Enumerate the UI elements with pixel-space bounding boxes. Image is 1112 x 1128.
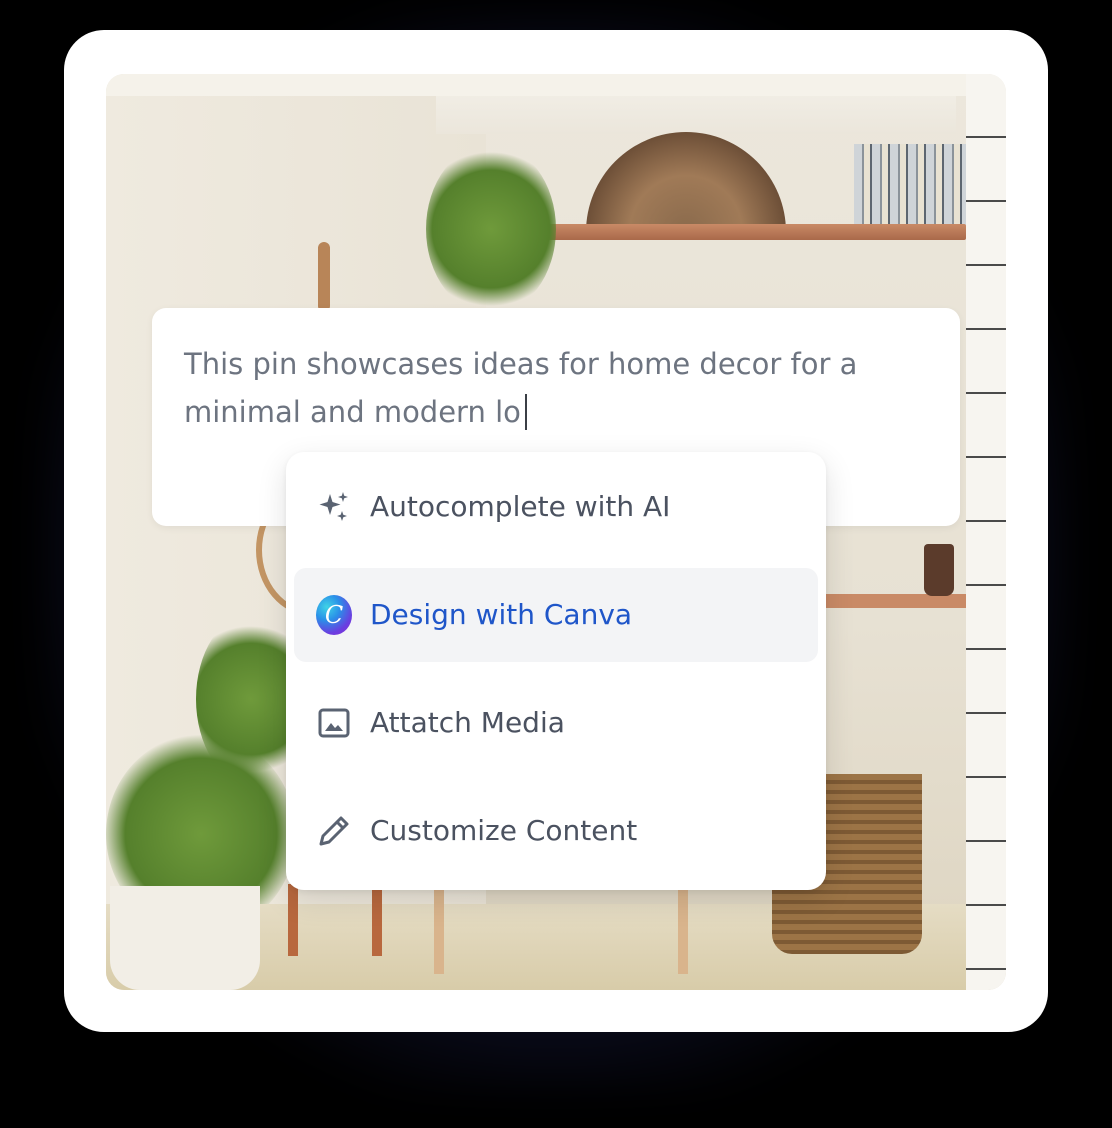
- canva-badge-letter: C: [316, 595, 352, 635]
- menu-item-label: Customize Content: [370, 814, 638, 847]
- photo-white-basket: [110, 886, 260, 990]
- description-value: This pin showcases ideas for home decor …: [184, 347, 858, 429]
- suggestion-menu: Autocomplete with AI C Design with Canva…: [286, 452, 826, 890]
- menu-item-label: Attatch Media: [370, 706, 565, 739]
- description-text[interactable]: This pin showcases ideas for home decor …: [184, 340, 904, 436]
- menu-item-design-canva[interactable]: C Design with Canva: [294, 568, 818, 662]
- photo-shiplap-wall: [966, 74, 1006, 990]
- menu-item-customize-content[interactable]: Customize Content: [294, 784, 818, 878]
- photo-bench-leg: [434, 884, 444, 974]
- photo-lower-shelf: [826, 594, 966, 608]
- photo-vase: [924, 544, 954, 596]
- pencil-icon: [316, 813, 352, 849]
- photo-ceiling-edge: [106, 74, 1006, 96]
- menu-item-label: Autocomplete with AI: [370, 490, 671, 523]
- canva-logo-icon: C: [316, 595, 352, 635]
- photo-fan-decor: [586, 132, 786, 232]
- photo-bench-leg: [678, 884, 688, 974]
- menu-item-attach-media[interactable]: Attatch Media: [294, 676, 818, 770]
- text-caret: [524, 394, 527, 430]
- photo-hanging-plant: [426, 144, 556, 314]
- sparkles-icon: [316, 489, 352, 525]
- menu-item-label: Design with Canva: [370, 598, 633, 631]
- photo-stool-leg: [288, 884, 298, 956]
- photo-stool-leg: [372, 884, 382, 956]
- menu-item-autocomplete-ai[interactable]: Autocomplete with AI: [294, 460, 818, 554]
- photo-mirror-strap: [318, 242, 330, 312]
- photo-books: [854, 144, 966, 226]
- image-icon: [316, 705, 352, 741]
